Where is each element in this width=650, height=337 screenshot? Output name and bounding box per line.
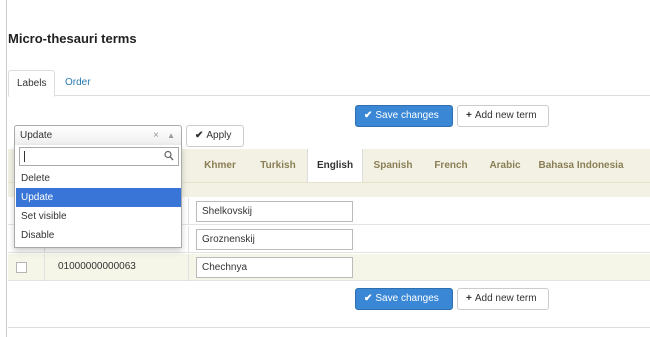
term-label-input[interactable] — [196, 257, 353, 278]
lang-tab-spanish[interactable]: Spanish — [363, 149, 423, 182]
plus-icon: + — [466, 293, 472, 304]
term-code: 01000000000063 — [58, 261, 136, 272]
option-set-visible[interactable]: Set visible — [16, 207, 181, 226]
dropdown-search-input[interactable] — [20, 148, 160, 165]
tab-bar: Labels Order — [8, 70, 650, 97]
text-cursor — [24, 151, 25, 162]
apply-button[interactable]: ✔ Apply — [186, 125, 244, 147]
bulk-action-dropdown: Delete Update Set visible Disable — [14, 145, 182, 248]
column-divider — [188, 254, 189, 281]
table-row: 01000000000063 — [8, 254, 650, 281]
option-delete[interactable]: Delete — [16, 169, 181, 188]
search-icon — [164, 150, 174, 161]
bulk-action-select[interactable]: Update × ▲ — [14, 125, 182, 146]
bulk-action-selected: Update — [20, 130, 53, 141]
clear-icon[interactable]: × — [153, 126, 159, 145]
tab-labels[interactable]: Labels — [8, 70, 56, 97]
lang-tab-bahasa-indonesia[interactable]: Bahasa Indonesia — [531, 149, 631, 182]
lang-tab-turkish[interactable]: Turkish — [249, 149, 307, 182]
lang-tab-arabic[interactable]: Arabic — [479, 149, 531, 182]
check-icon: ✔ — [364, 293, 373, 304]
option-update[interactable]: Update — [16, 188, 181, 207]
row-checkbox[interactable] — [16, 262, 27, 273]
lang-tab-khmer[interactable]: Khmer — [191, 149, 249, 182]
add-new-term-label: Add new term — [474, 293, 537, 304]
column-divider — [188, 226, 189, 253]
term-label-input[interactable] — [196, 229, 353, 250]
term-label-input[interactable] — [196, 201, 353, 222]
page-title: Micro-thesauri terms — [8, 31, 137, 46]
lang-tab-english[interactable]: English — [307, 149, 363, 182]
option-disable[interactable]: Disable — [16, 226, 181, 245]
save-changes-button[interactable]: ✔ Save changes — [355, 288, 453, 310]
save-changes-label: Save changes — [375, 293, 439, 304]
column-divider — [188, 198, 189, 225]
apply-label: Apply — [206, 130, 232, 141]
column-divider — [44, 254, 45, 281]
dropdown-search — [19, 147, 179, 166]
chevron-up-icon[interactable]: ▲ — [167, 126, 175, 145]
lang-tab-french[interactable]: French — [423, 149, 479, 182]
divider — [8, 327, 650, 328]
add-new-term-button[interactable]: + Add new term — [457, 288, 549, 310]
add-new-term-label: Add new term — [474, 110, 537, 121]
tab-order[interactable]: Order — [57, 70, 99, 97]
check-icon: ✔ — [364, 110, 373, 121]
add-new-term-button[interactable]: + Add new term — [457, 105, 549, 127]
plus-icon: + — [466, 110, 472, 121]
check-icon: ✔ — [195, 130, 204, 141]
save-changes-label: Save changes — [375, 110, 439, 121]
save-changes-button[interactable]: ✔ Save changes — [355, 105, 453, 127]
